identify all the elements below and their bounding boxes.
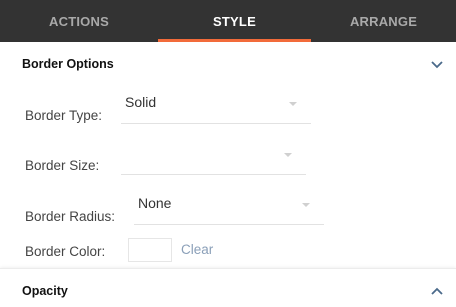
tab-arrange[interactable]: ARRANGE xyxy=(311,0,456,42)
chevron-down-icon[interactable] xyxy=(430,60,444,70)
border-radius-select[interactable]: None xyxy=(134,194,324,225)
border-size-select[interactable] xyxy=(121,144,306,175)
border-options-title: Border Options xyxy=(22,57,114,71)
border-size-label: Border Size: xyxy=(25,158,100,173)
chevron-up-icon[interactable] xyxy=(430,286,444,296)
opacity-header[interactable]: Opacity xyxy=(0,268,456,307)
opacity-title: Opacity xyxy=(22,284,68,298)
dropdown-caret-icon xyxy=(284,153,292,157)
border-radius-value: None xyxy=(138,195,172,211)
dropdown-caret-icon xyxy=(302,203,310,207)
border-color-label: Border Color: xyxy=(25,244,106,259)
tab-style[interactable]: STYLE xyxy=(158,0,311,42)
border-type-label: Border Type: xyxy=(25,108,103,123)
border-color-swatch[interactable] xyxy=(128,238,172,262)
panel-tab-bar: ACTIONS STYLE ARRANGE xyxy=(0,0,456,42)
border-options-header[interactable]: Border Options xyxy=(0,42,456,84)
tab-actions[interactable]: ACTIONS xyxy=(0,0,158,42)
clear-color-link[interactable]: Clear xyxy=(181,242,213,257)
dropdown-caret-icon xyxy=(289,102,297,106)
border-type-value: Solid xyxy=(125,94,157,110)
border-type-select[interactable]: Solid xyxy=(121,93,311,124)
border-radius-label: Border Radius: xyxy=(25,209,116,224)
